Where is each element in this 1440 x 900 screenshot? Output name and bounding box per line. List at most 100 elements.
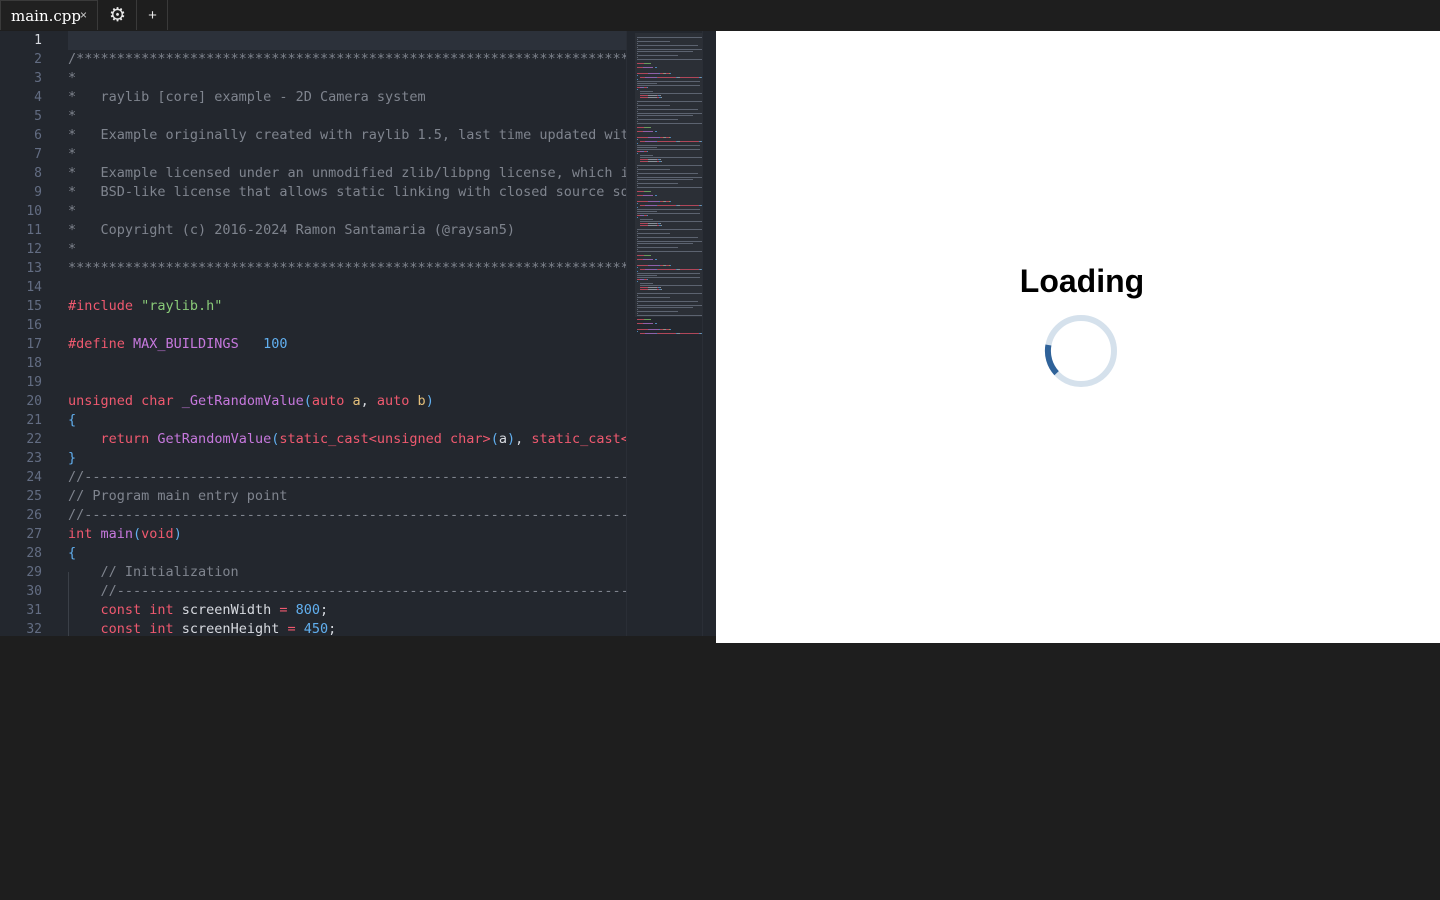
code-token: b xyxy=(417,393,426,409)
minimap-line xyxy=(643,319,652,320)
code-token: ) xyxy=(506,431,516,447)
code-token: const int xyxy=(100,602,182,618)
minimap-line xyxy=(640,283,653,284)
code-line: { xyxy=(68,411,76,430)
minimap-line xyxy=(637,255,644,256)
code-line: //--------------------------------------… xyxy=(68,468,626,487)
code-token: auto xyxy=(311,393,353,409)
code-token: 450 xyxy=(303,621,329,636)
code-line: ****************************************… xyxy=(68,259,626,278)
minimap[interactable] xyxy=(626,31,707,636)
line-number: 27 xyxy=(26,527,42,542)
minimap-line xyxy=(637,177,703,178)
minimap-line xyxy=(640,155,653,156)
minimap-line xyxy=(643,191,652,192)
code-token: * BSD-like license that allows static li… xyxy=(68,184,626,200)
minimap-line xyxy=(637,173,698,174)
minimap-line xyxy=(640,157,706,158)
code-line: #define MAX_BUILDINGS 100 xyxy=(68,335,287,354)
minimap-line xyxy=(643,63,652,64)
code-line: * raylib [core] example - 2D Camera syst… xyxy=(68,88,426,107)
minimap-line xyxy=(637,55,679,56)
code-token: "raylib.h" xyxy=(141,298,223,314)
gear-icon[interactable]: ⚙ xyxy=(99,0,137,30)
code-token: , xyxy=(515,431,532,447)
code-line: * xyxy=(68,69,76,88)
minimap-line xyxy=(655,195,658,196)
minimap-line xyxy=(655,259,658,260)
minimap-line xyxy=(647,223,657,224)
line-number: 28 xyxy=(26,546,42,561)
minimap-line xyxy=(637,313,638,314)
code-token: const int xyxy=(100,621,182,636)
minimap-line xyxy=(637,107,638,108)
minimap-line xyxy=(647,97,658,98)
minimap-line xyxy=(679,141,700,142)
minimap-line xyxy=(637,267,638,268)
code-token: * xyxy=(68,203,77,219)
line-number: 26 xyxy=(26,508,42,523)
minimap-line xyxy=(655,323,658,324)
tab-main-cpp[interactable]: main.cpp × xyxy=(0,0,98,30)
minimap-line xyxy=(670,137,671,138)
line-number: 13 xyxy=(26,261,42,276)
minimap-line xyxy=(637,273,700,274)
minimap-line xyxy=(637,73,648,74)
minimap-line xyxy=(646,87,648,88)
minimap-line xyxy=(637,299,638,300)
minimap-line xyxy=(655,67,658,68)
code-line: * xyxy=(68,145,76,164)
minimap-line xyxy=(637,83,658,84)
vertical-scrollbar[interactable] xyxy=(702,31,716,636)
minimap-line xyxy=(637,245,638,246)
code-token: , xyxy=(360,393,377,409)
minimap-line xyxy=(637,297,670,298)
add-tab-button[interactable]: + xyxy=(138,0,168,30)
minimap-line xyxy=(637,331,638,332)
minimap-line xyxy=(637,149,700,150)
minimap-line xyxy=(640,289,648,290)
minimap-line xyxy=(637,47,638,48)
line-number: 22 xyxy=(26,432,42,447)
minimap-line xyxy=(637,171,638,172)
code-token: #define xyxy=(68,336,134,352)
minimap-line xyxy=(637,85,700,86)
minimap-line xyxy=(645,141,656,142)
line-number: 10 xyxy=(26,204,42,219)
code-token: MAX_BUILDINGS xyxy=(133,336,239,352)
code-line: #include "raylib.h" xyxy=(68,297,222,316)
minimap-line xyxy=(637,301,698,302)
minimap-line xyxy=(637,121,638,122)
minimap-line xyxy=(660,159,661,160)
minimap-line xyxy=(637,241,703,242)
code-editor[interactable]: 1 2 3 4 5 6 7 8 9 10 11 12 13 14 15 16 17 18 19 20 21 22 23 24 2… xyxy=(0,31,716,636)
minimap-line xyxy=(645,333,656,334)
minimap-line xyxy=(637,43,638,44)
line-number: 20 xyxy=(26,394,42,409)
minimap-line xyxy=(637,303,638,304)
code-line: } xyxy=(68,449,76,468)
code-token: * xyxy=(68,108,77,124)
code-line: //--------------------------------------… xyxy=(68,582,626,601)
minimap-line xyxy=(637,281,638,282)
line-number: 12 xyxy=(26,242,42,257)
minimap-line xyxy=(647,161,658,162)
line-number: 6 xyxy=(34,128,42,143)
minimap-line xyxy=(656,333,676,334)
code-token: * Example licensed under an unmodified z… xyxy=(68,165,626,181)
minimap-line xyxy=(647,225,658,226)
minimap-line xyxy=(670,73,671,74)
line-number: 18 xyxy=(26,356,42,371)
minimap-line xyxy=(637,181,638,182)
code-token: { xyxy=(68,545,77,561)
line-number: 9 xyxy=(34,185,42,200)
code-token: = xyxy=(287,621,304,636)
code-token: ; xyxy=(320,602,329,618)
minimap-line xyxy=(637,213,700,214)
code-line: { xyxy=(68,544,76,563)
code-token: // Initialization xyxy=(100,564,239,580)
code-area[interactable]: /***************************************… xyxy=(68,31,626,636)
minimap-line xyxy=(637,211,658,212)
close-icon[interactable]: × xyxy=(80,8,87,22)
loading-title: Loading xyxy=(1019,263,1145,299)
